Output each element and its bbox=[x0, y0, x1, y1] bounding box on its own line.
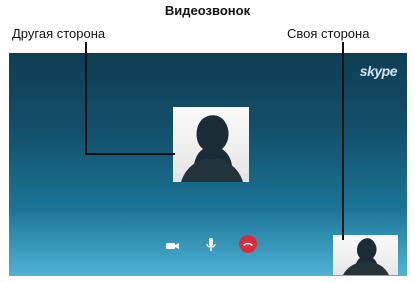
self-video-tile[interactable] bbox=[333, 235, 398, 275]
remote-video-tile[interactable] bbox=[173, 107, 249, 182]
video-camera-icon[interactable] bbox=[166, 238, 180, 256]
skype-logo: skype bbox=[359, 63, 398, 79]
person-silhouette-icon bbox=[181, 115, 243, 182]
callout-line-other-h bbox=[85, 153, 175, 155]
figure-title: Видеозвонок bbox=[164, 3, 251, 18]
callout-line-own bbox=[342, 42, 344, 240]
video-call-screen: skype bbox=[9, 53, 407, 276]
figure: Видеозвонок Другая сторона Своя сторона … bbox=[0, 0, 415, 282]
end-call-button[interactable] bbox=[239, 235, 257, 258]
microphone-icon[interactable] bbox=[206, 238, 216, 257]
other-side-label: Другая сторона bbox=[12, 26, 106, 41]
person-silhouette-icon bbox=[343, 238, 389, 275]
callout-line-other bbox=[85, 42, 87, 154]
own-side-label: Своя сторона bbox=[287, 26, 370, 41]
